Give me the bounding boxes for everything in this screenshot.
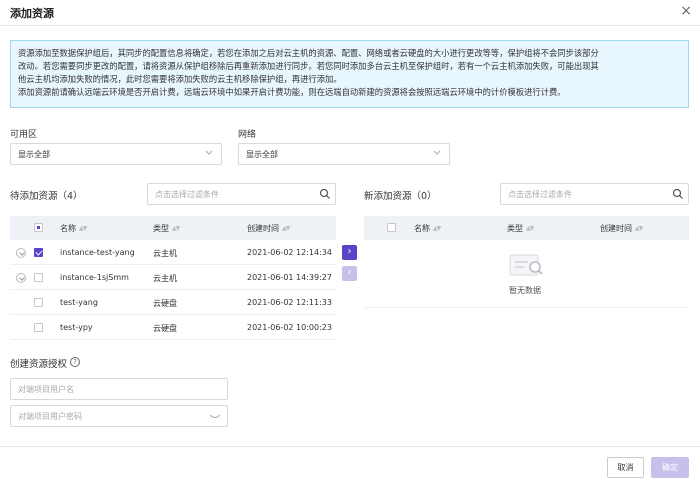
chevron-down-icon <box>433 150 441 155</box>
question-circle-icon[interactable]: ? <box>70 357 80 367</box>
row-name: test-yang <box>60 298 98 307</box>
select-all-checkbox[interactable] <box>387 223 396 232</box>
column-header-type[interactable]: 类型 ▲▼ <box>507 223 534 234</box>
expand-icon[interactable] <box>16 273 26 283</box>
pending-table: 名称 ▲▼ 类型 ▲▼ 创建时间 ▲▼ instance-test-yang 云主机 … <box>10 216 336 346</box>
zone-label: 可用区 <box>10 130 38 140</box>
pending-table-header: 名称 ▲▼ 类型 ▲▼ 创建时间 ▲▼ <box>10 216 336 240</box>
auth-title: 创建资源授权 <box>10 359 68 370</box>
row-type: 云硬盘 <box>153 299 177 308</box>
password-field[interactable]: 对端项目用户密码 <box>10 405 228 427</box>
table-row[interactable]: instance-1sjSmm 云主机 2021-06-01 14:39:27 <box>10 265 336 290</box>
added-search-placeholder: 点击选择过滤条件 <box>508 190 572 199</box>
sort-icon: ▲▼ <box>172 225 180 232</box>
move-left-button[interactable]: ‹ <box>342 266 357 281</box>
empty-text: 暂无数据 <box>509 286 541 295</box>
notice-line: 他云主机均添加失败的情况，此时您需要将添加失败的云主机移除保护组，再进行添加。 <box>18 74 342 84</box>
row-name: test-ypy <box>60 323 93 332</box>
eye-off-icon[interactable] <box>209 411 221 421</box>
column-header-name[interactable]: 名称 ▲▼ <box>414 223 441 234</box>
row-created: 2021-06-01 14:39:27 <box>247 273 332 282</box>
row-type: 云硬盘 <box>153 324 177 333</box>
empty-data-icon <box>509 254 543 276</box>
dialog-footer: 取消 确定 <box>0 446 700 481</box>
sort-icon: ▲▼ <box>433 225 441 232</box>
row-created: 2021-06-02 12:11:33 <box>247 298 332 307</box>
username-placeholder: 对端项目用户名 <box>18 385 74 394</box>
chevron-down-icon <box>205 150 213 155</box>
network-label: 网络 <box>238 130 257 140</box>
zone-select[interactable]: 显示全部 <box>10 143 222 165</box>
added-title: 新添加资源（0） <box>364 191 437 202</box>
row-type: 云主机 <box>153 249 177 258</box>
sort-icon: ▲▼ <box>526 225 534 232</box>
pending-search-input[interactable]: 点击选择过滤条件 <box>147 183 336 205</box>
column-header-created[interactable]: 创建时间 ▲▼ <box>247 223 290 234</box>
column-header-created[interactable]: 创建时间 ▲▼ <box>600 223 643 234</box>
password-placeholder: 对端项目用户密码 <box>18 412 82 421</box>
added-table: 名称 ▲▼ 类型 ▲▼ 创建时间 ▲▼ 暂无数据 <box>364 216 689 308</box>
search-icon[interactable] <box>672 188 684 200</box>
table-row[interactable]: test-ypy 云硬盘 2021-06-02 10:00:23 <box>10 315 336 340</box>
row-name: instance-test-yang <box>60 248 135 257</box>
dialog-header: 添加资源 × <box>0 0 700 26</box>
row-created: 2021-06-02 10:00:23 <box>247 323 332 332</box>
network-select-value: 显示全部 <box>246 150 278 159</box>
row-checkbox[interactable] <box>34 323 43 332</box>
row-type: 云主机 <box>153 274 177 283</box>
select-all-checkbox[interactable] <box>34 223 43 232</box>
zone-select-value: 显示全部 <box>18 150 50 159</box>
sort-icon: ▲▼ <box>635 225 643 232</box>
row-name: instance-1sjSmm <box>60 273 129 282</box>
added-search-input[interactable]: 点击选择过滤条件 <box>500 183 689 205</box>
add-resource-dialog: 添加资源 × 资源添加至数据保护组后，其同步的配置信息将确定，若您在添加之后对云… <box>0 0 700 481</box>
table-row[interactable]: test-yang 云硬盘 2021-06-02 12:11:33 <box>10 290 336 315</box>
row-checkbox[interactable] <box>34 248 43 257</box>
username-field[interactable]: 对端项目用户名 <box>10 378 228 400</box>
row-checkbox[interactable] <box>34 298 43 307</box>
expand-icon[interactable] <box>16 248 26 258</box>
pending-title: 待添加资源（4） <box>10 191 83 202</box>
sort-icon: ▲▼ <box>282 225 290 232</box>
row-created: 2021-06-02 12:14:34 <box>247 248 332 257</box>
move-right-button[interactable]: › <box>342 245 357 260</box>
pending-search-placeholder: 点击选择过滤条件 <box>155 190 219 199</box>
notice-banner: 资源添加至数据保护组后，其同步的配置信息将确定，若您在添加之后对云主机的资源、配… <box>10 40 689 108</box>
network-select[interactable]: 显示全部 <box>238 143 450 165</box>
notice-line: 改动。若您需要同步更改的配置，请将资源从保护组移除后再重新添加进行同步。若您同时… <box>18 61 599 71</box>
cancel-button[interactable]: 取消 <box>607 457 644 478</box>
table-row[interactable]: instance-test-yang 云主机 2021-06-02 12:14:… <box>10 240 336 265</box>
sort-icon: ▲▼ <box>79 225 87 232</box>
notice-line: 资源添加至数据保护组后，其同步的配置信息将确定，若您在添加之后对云主机的资源、配… <box>18 48 599 58</box>
empty-state: 暂无数据 <box>364 240 689 308</box>
added-table-header: 名称 ▲▼ 类型 ▲▼ 创建时间 ▲▼ <box>364 216 689 240</box>
notice-line: 添加资源前请确认远端云环境是否开启计费，远端云环境中如果开启计费功能，则在远端自… <box>18 87 566 97</box>
row-checkbox[interactable] <box>34 273 43 282</box>
dialog-title: 添加资源 <box>10 7 54 20</box>
ok-button[interactable]: 确定 <box>651 457 689 478</box>
search-icon[interactable] <box>319 188 331 200</box>
column-header-type[interactable]: 类型 ▲▼ <box>153 223 180 234</box>
close-icon[interactable]: × <box>680 3 692 19</box>
column-header-name[interactable]: 名称 ▲▼ <box>60 223 87 234</box>
